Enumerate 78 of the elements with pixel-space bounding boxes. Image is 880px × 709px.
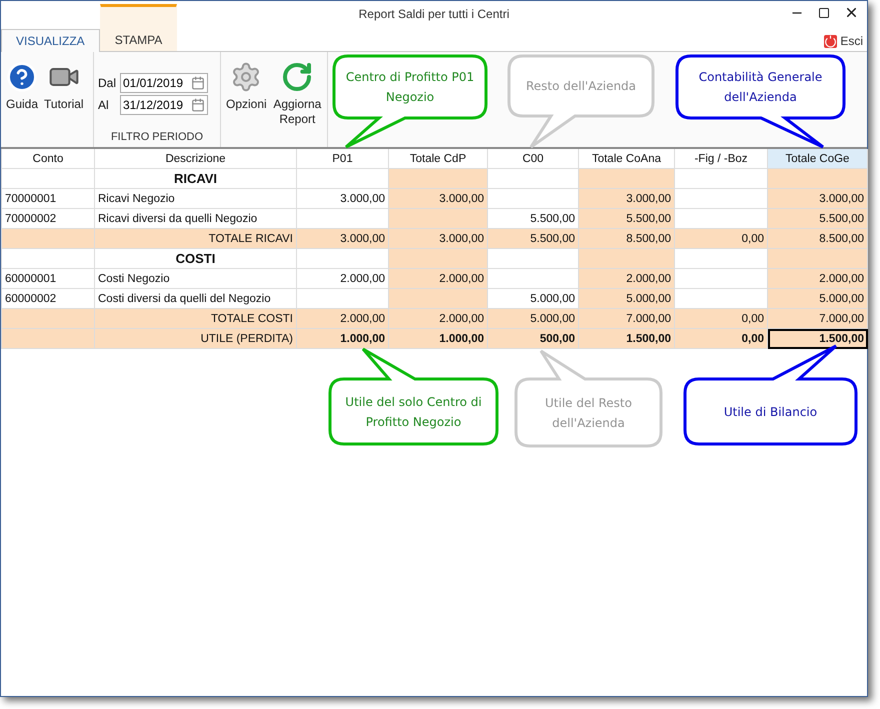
ribbon-tab[interactable]: STAMPA — [100, 4, 178, 51]
callout-text: Utile del Resto dell'Azienda — [544, 394, 633, 432]
table-cell: 3.000,00 — [578, 188, 674, 208]
table-cell: 60000002 — [2, 288, 94, 308]
column-header[interactable]: Conto — [2, 149, 94, 168]
table-cell: 5.500,00 — [488, 208, 578, 228]
table-cell: COSTI — [94, 248, 296, 268]
ribbon-button[interactable]: Aggiorna Report — [272, 56, 323, 143]
table-cell: 8.500,00 — [768, 228, 868, 248]
column-header[interactable]: -Fig / -Boz — [674, 149, 768, 168]
maximize-icon[interactable] — [818, 6, 830, 18]
field-label: Dal — [98, 76, 116, 90]
column-header[interactable]: Descrizione — [94, 149, 296, 168]
table-cell: 7.000,00 — [768, 308, 868, 328]
table-cell: 5.500,00 — [488, 228, 578, 248]
ribbon-button[interactable]: Guida — [5, 56, 40, 143]
table-cell: 5.500,00 — [768, 208, 868, 228]
table-cell: 2.000,00 — [768, 268, 868, 288]
column-header[interactable]: Totale CoGe — [768, 149, 868, 168]
table-cell: 2.000,00 — [388, 308, 488, 328]
table-cell: 70000002 — [2, 208, 94, 228]
field-label: Al — [98, 98, 110, 112]
table-cell: 1.000,00 — [296, 328, 388, 348]
table-cell: 5.000,00 — [488, 288, 578, 308]
table-cell: 0,00 — [674, 328, 768, 348]
power-icon — [824, 34, 838, 48]
table-cell: TOTALE COSTI — [94, 308, 296, 328]
table-cell: Ricavi Negozio — [94, 188, 296, 208]
callout-text: Resto dell'Azienda — [526, 78, 636, 95]
table-cell: 3.000,00 — [768, 188, 868, 208]
window-title: Report Saldi per tutti i Centri — [358, 6, 510, 20]
table-cell: 0,00 — [674, 308, 768, 328]
calendar-icon[interactable] — [191, 76, 205, 90]
ribbon-tab[interactable]: VISUALIZZA — [1, 29, 100, 52]
close-icon[interactable] — [844, 5, 859, 20]
column-header[interactable]: P01 — [296, 149, 388, 168]
table-cell: 8.500,00 — [578, 228, 674, 248]
callout-text: Utile di Bilancio — [724, 404, 818, 420]
column-header[interactable]: C00 — [488, 149, 578, 168]
table-cell: 3.000,00 — [388, 228, 488, 248]
table-cell: Costi Negozio — [94, 268, 296, 288]
table-cell: 2.000,00 — [388, 268, 488, 288]
ribbon-button[interactable]: Opzioni — [225, 56, 268, 143]
table-cell: 70000001 — [2, 188, 94, 208]
refresh-icon — [281, 61, 314, 93]
table-cell: 3.000,00 — [388, 188, 488, 208]
callout-text: Utile del solo Centro di Profitto Negozio — [344, 394, 483, 430]
table-cell: RICAVI — [94, 168, 296, 188]
ribbon-button[interactable]: Tutorial — [43, 56, 85, 143]
table-cell: 500,00 — [488, 328, 578, 348]
group-label: FILTRO PERIODO — [110, 131, 204, 143]
table-cell: 5.000,00 — [578, 288, 674, 308]
callout-text: Contabilità Generale dell'Azienda — [698, 69, 824, 106]
table-cell: 2.000,00 — [296, 308, 388, 328]
table-cell: Costi diversi da quelli del Negozio — [94, 288, 296, 308]
table-cell: 5.500,00 — [578, 208, 674, 228]
table-cell: 3.000,00 — [296, 228, 388, 248]
table-cell: 0,00 — [674, 228, 768, 248]
column-header[interactable]: Totale CdP — [388, 149, 488, 168]
table-cell: UTILE (PERDITA) — [94, 328, 296, 348]
table-cell: 2.000,00 — [296, 268, 388, 288]
table-cell: 5.000,00 — [488, 308, 578, 328]
table-cell: 1.000,00 — [388, 328, 488, 348]
calendar-icon[interactable] — [191, 98, 205, 112]
table-cell: Ricavi diversi da quelli Negozio — [94, 208, 296, 228]
table-cell: 1.500,00 — [578, 328, 674, 348]
callout-text: Centro di Profitto P01 Negozio — [344, 69, 476, 106]
table-cell: 7.000,00 — [578, 308, 674, 328]
date-field[interactable]: 01/01/2019 — [120, 73, 208, 93]
column-header[interactable]: Totale CoAna — [578, 149, 674, 168]
table-cell: 3.000,00 — [296, 188, 388, 208]
table-cell: 1.500,00 — [768, 328, 868, 348]
exit-link[interactable]: Esci — [824, 34, 863, 48]
table-cell: TOTALE RICAVI — [94, 228, 296, 248]
date-field[interactable]: 31/12/2019 — [120, 95, 208, 115]
table-cell: 2.000,00 — [578, 268, 674, 288]
table-cell: 5.000,00 — [768, 288, 868, 308]
table-cell: 60000001 — [2, 268, 94, 288]
